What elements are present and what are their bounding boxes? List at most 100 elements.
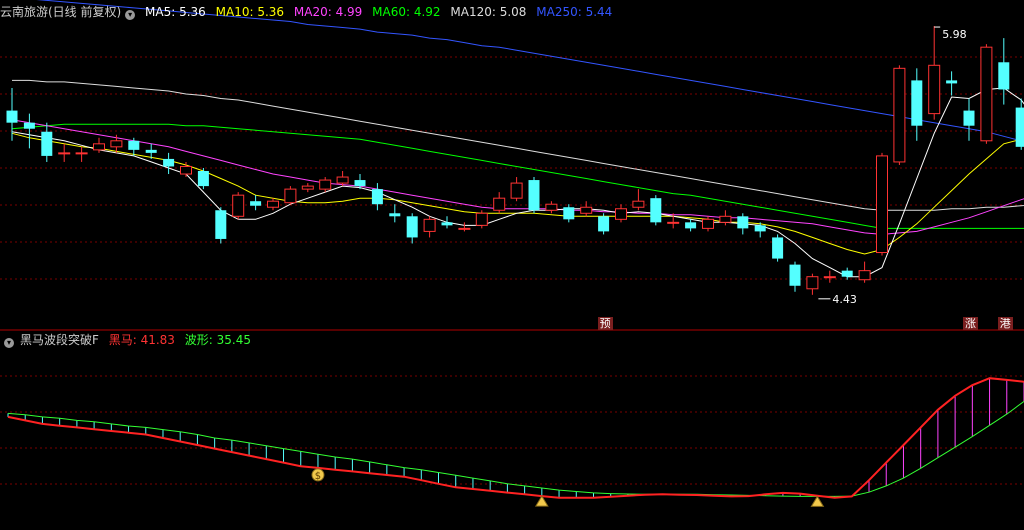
stock-title: 云南旅游(日线 前复权) [0,5,122,19]
candle-body [406,216,418,238]
candle-body [58,152,71,155]
chevron-down-icon[interactable]: ▾ [4,338,14,348]
line-heima [7,377,1024,499]
candle-51 [893,65,906,165]
candle-56 [980,44,993,144]
candle-47 [823,270,836,283]
candle-body [354,180,366,187]
candle-body [475,212,488,226]
candle-body [1015,107,1024,147]
candle-body [719,215,732,223]
candle-body [946,80,958,84]
candle-body [928,64,941,115]
candle-body [493,197,506,211]
candle-body [667,221,680,224]
candle-body [423,218,436,232]
candle-body [180,165,192,175]
candle-body [110,140,123,148]
candle-14 [250,195,262,211]
candle-body [806,276,819,290]
candle-body [441,222,453,226]
candle-body [911,80,923,126]
triangle-marker-icon [534,495,549,507]
legend-ma20: MA20: 4.99 [293,5,363,19]
candle-body [458,227,471,230]
candle-body [580,206,593,214]
candle-body [650,198,662,223]
legend-ma5: MA5: 5.36 [145,5,206,19]
candle-33 [580,201,593,217]
candle-15 [267,198,279,211]
signal-tag-yu: 预 [597,317,613,330]
chevron-down-icon[interactable]: ▾ [125,10,136,20]
indicator-panel: $ [7,377,1024,507]
candle-body [163,158,175,167]
line-ma20 [11,119,1024,235]
legend-boxing: 波形: 35.45 [184,333,251,347]
candle-24 [423,216,436,238]
candle-body [980,46,993,142]
candle-37 [650,195,662,226]
candle-31 [545,201,558,214]
candle-50 [876,152,888,256]
candle-9 [163,152,175,175]
candle-body [702,218,714,229]
legend-ma10: MA10: 5.36 [215,5,285,19]
candle-body [128,140,140,150]
candle-45 [789,261,801,292]
candle-body [371,189,383,205]
dollar-marker-label: $ [315,471,321,482]
candle-body [197,171,209,187]
candle-body [145,149,157,153]
candle-49 [858,261,871,283]
legend-heima: 黑马: 41.83 [108,333,175,347]
candle-55 [963,98,975,141]
candle-29 [510,177,523,202]
line-ma250 [36,0,1024,143]
candle-11 [197,167,209,190]
high-price-label: 5.98 [942,28,967,41]
indicator-header: ▾ 黑马波段突破F 黑马: 41.83 波形: 35.45 [0,331,257,349]
indicator-title: 黑马波段突破F [20,333,99,347]
candlesticks [6,26,1024,295]
candle-57 [998,38,1010,105]
candle-21 [371,183,383,211]
legend-ma60: MA60: 4.92 [372,5,441,19]
candle-body [615,208,627,220]
candle-body [858,270,871,281]
candle-body [737,216,749,229]
candle-44 [772,234,784,262]
candle-28 [493,192,506,214]
candle-16 [284,186,297,205]
candle-body [250,201,262,206]
main-chart-header: 云南旅游(日线 前复权) ▾ MA5: 5.36 MA10: 5.36 MA20:… [0,3,618,21]
candle-53 [928,26,941,120]
line-boxing [7,400,1024,497]
candle-4 [75,146,88,162]
candle-body [267,200,279,208]
legend-ma250: MA250: 5.44 [536,5,613,19]
candle-23 [406,213,418,244]
candle-body [789,264,801,286]
candle-34 [598,213,610,235]
candle-body [6,110,18,123]
candle-body [319,179,332,190]
signal-tag-gang: 港 [997,317,1013,330]
moving-average-lines [11,0,1024,278]
candle-3 [58,143,71,162]
candle-body [301,185,314,190]
candle-body [336,176,349,184]
candle-25 [441,216,453,229]
candle-body [563,207,575,220]
candle-body [963,110,975,126]
candle-body [598,216,610,232]
candle-46 [806,273,819,295]
candle-18 [319,177,332,193]
signal-tag-zhang: 涨 [963,317,978,330]
candle-26 [458,222,471,232]
candle-13 [232,192,245,220]
candle-36 [632,189,645,211]
candle-32 [563,204,575,223]
kline-chart: 5.98 4.43 $ [0,0,1024,507]
candle-body [284,188,297,204]
